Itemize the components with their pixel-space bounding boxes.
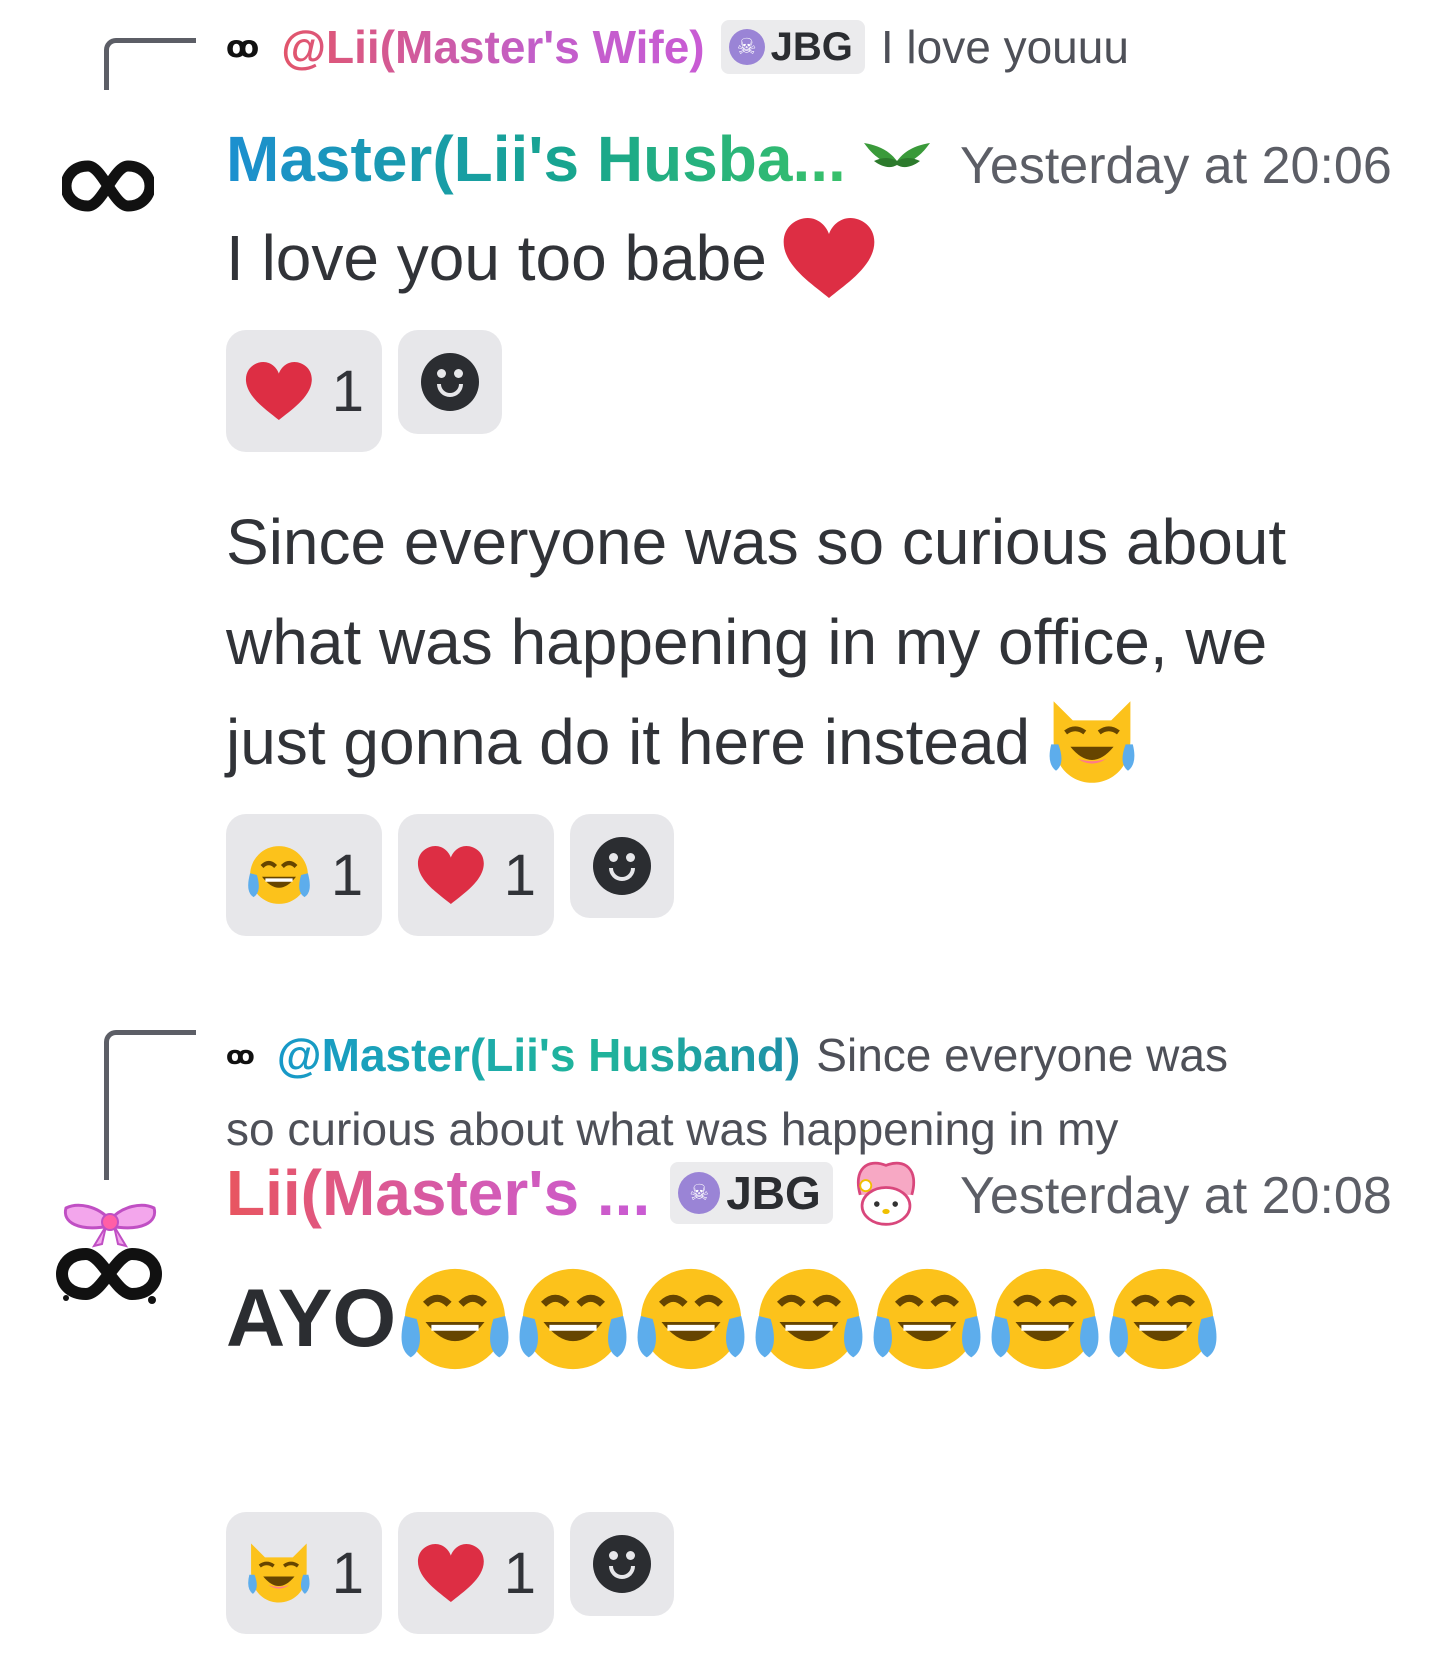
joy-icon <box>1109 1268 1217 1370</box>
joy-emoji-row <box>396 1260 1222 1378</box>
heart-icon <box>417 845 484 905</box>
joy-cat-icon <box>1049 701 1135 783</box>
reply-preview-text: so curious about what was happening in m… <box>226 1103 1119 1155</box>
message-line: just gonna do it here instead <box>226 706 1031 778</box>
avatar[interactable] <box>48 1186 172 1310</box>
wings-icon <box>863 143 930 168</box>
server-tag: ☠ JBG <box>670 1162 833 1224</box>
my-melody-icon <box>856 1161 915 1226</box>
message-text: AYO <box>226 1260 1222 1378</box>
timestamp: Yesterday at 20:06 <box>960 137 1392 195</box>
reply-mention[interactable]: @Master(Lii's Husband) <box>277 1028 801 1082</box>
reaction-heart[interactable]: 1 <box>226 330 382 452</box>
reaction-count: 1 <box>503 842 536 908</box>
reaction-count: 1 <box>330 842 364 908</box>
username[interactable]: Lii(Master's ... <box>226 1156 650 1230</box>
joy-icon <box>519 1268 627 1370</box>
message-text: Since everyone was so curious about what… <box>226 492 1376 792</box>
add-reaction-button[interactable] <box>398 330 502 434</box>
message-content: AYO <box>226 1273 397 1364</box>
smiley-icon <box>593 837 651 895</box>
reaction-bar: 1 <box>226 330 502 452</box>
reaction-bar: 1 1 <box>226 814 674 936</box>
reply-avatar-icon: ꝏ <box>226 1039 255 1070</box>
joy-icon <box>991 1268 1099 1370</box>
joy-icon <box>873 1268 981 1370</box>
skull-icon: ☠ <box>678 1172 721 1214</box>
message-header: Master(Lii's Husba... <box>226 122 932 196</box>
joy-icon <box>401 1268 509 1370</box>
infinity-avatar-icon <box>62 160 154 212</box>
joy-cat-icon <box>248 1543 310 1603</box>
reply-avatar-icon: ꝏ <box>226 30 260 64</box>
reply-connector <box>104 38 196 90</box>
reaction-joy-cat[interactable]: 1 <box>226 1512 382 1634</box>
reaction-count: 1 <box>331 358 364 424</box>
reaction-bar: 1 1 <box>226 1512 674 1634</box>
message-text: I love you too babe <box>226 208 877 308</box>
reaction-heart[interactable]: 1 <box>398 814 554 936</box>
server-tag-label: JBG <box>726 1167 821 1219</box>
heart-icon <box>783 218 875 298</box>
smiley-icon <box>421 353 479 411</box>
reply-preview-text: Since everyone was <box>816 1029 1228 1081</box>
joy-icon <box>248 846 310 904</box>
joy-icon <box>755 1268 863 1370</box>
reaction-heart[interactable]: 1 <box>398 1512 554 1634</box>
server-tag: ☠ JBG <box>720 20 865 74</box>
message-content: I love you too babe <box>226 222 767 294</box>
avatar[interactable] <box>60 138 156 234</box>
message-line: Since everyone was so curious about <box>226 506 1287 578</box>
smiley-icon <box>593 1535 651 1593</box>
add-reaction-button[interactable] <box>570 814 674 918</box>
username[interactable]: Master(Lii's Husba... <box>226 122 846 196</box>
joy-icon <box>637 1268 745 1370</box>
reply-preview-continued: so curious about what was happening in m… <box>226 1102 1118 1156</box>
reaction-joy[interactable]: 1 <box>226 814 382 936</box>
reply-mention[interactable]: @Lii(Master's Wife) <box>281 20 704 74</box>
add-reaction-button[interactable] <box>570 1512 674 1616</box>
reply-preview[interactable]: ꝏ @Lii(Master's Wife) ☠ JBG I love youuu <box>226 20 1129 74</box>
reply-preview[interactable]: ꝏ @Master(Lii's Husband) Since everyone … <box>226 1028 1228 1082</box>
heart-icon <box>245 361 312 421</box>
reply-connector <box>104 1030 196 1180</box>
heart-icon <box>417 1543 484 1603</box>
reaction-count: 1 <box>331 1540 364 1606</box>
message-header: Lii(Master's ... ☠ JBG <box>226 1156 923 1230</box>
bow-infinity-avatar-icon <box>55 1203 163 1304</box>
reaction-count: 1 <box>503 1540 536 1606</box>
timestamp: Yesterday at 20:08 <box>960 1167 1392 1225</box>
server-tag-label: JBG <box>770 24 853 69</box>
skull-icon: ☠ <box>728 29 765 65</box>
message-line: what was happening in my office, we <box>226 606 1268 678</box>
reply-preview-text: I love youuu <box>880 21 1129 73</box>
